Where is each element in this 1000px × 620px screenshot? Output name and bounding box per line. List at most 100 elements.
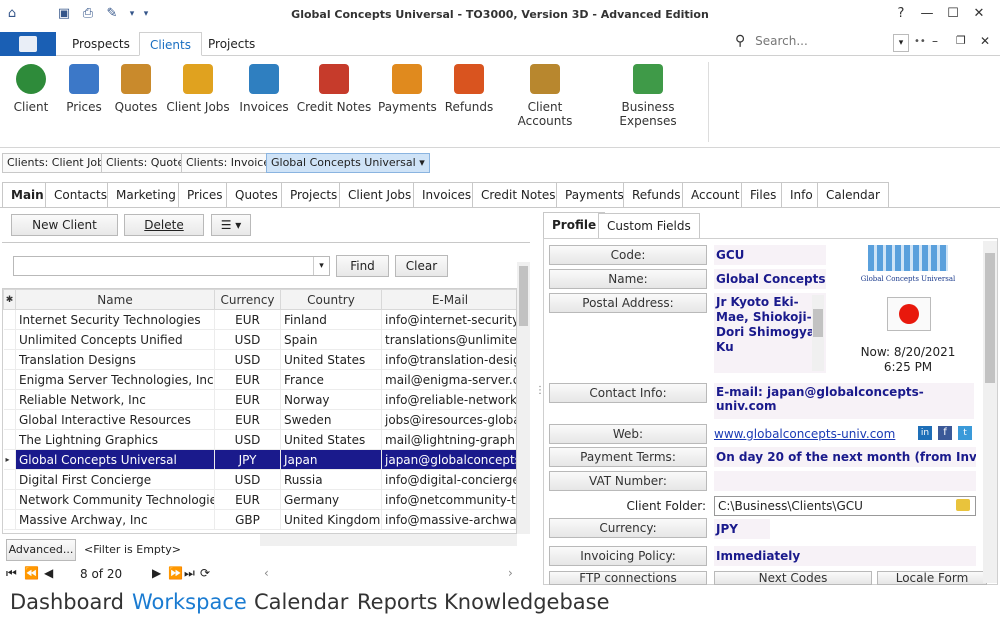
address-scrollbar[interactable]	[812, 295, 824, 371]
scroll-right-icon[interactable]: ›	[508, 566, 513, 580]
contact-info-label[interactable]: Contact Info:	[549, 383, 707, 403]
cell-country[interactable]: Russia	[280, 469, 382, 490]
linkedin-icon[interactable]: in	[918, 426, 932, 440]
row-indicator[interactable]: ▸	[3, 449, 16, 470]
code-label[interactable]: Code:	[549, 245, 707, 265]
filter-combo[interactable]: ▾	[13, 256, 330, 276]
cell-country[interactable]: Japan	[280, 449, 382, 470]
row-indicator[interactable]	[3, 429, 16, 450]
mdi-restore-button[interactable]: ❐	[956, 34, 966, 47]
table-row[interactable]: Global Interactive Resources EUR Sweden job…	[3, 409, 516, 430]
tab-marketing[interactable]: Marketing	[107, 182, 185, 208]
find-button[interactable]: Find	[336, 255, 389, 277]
cell-email[interactable]: info@massive-archway.co	[381, 509, 516, 530]
refunds-button[interactable]: Refunds	[442, 64, 496, 114]
cell-email[interactable]: info@netcommunity-tech.	[381, 489, 516, 510]
cell-country[interactable]: United States	[280, 429, 382, 450]
cell-name[interactable]: Digital First Concierge	[15, 469, 215, 490]
tab-account[interactable]: Account	[682, 182, 749, 208]
cell-name[interactable]: Enigma Server Technologies, Inc	[15, 369, 215, 390]
table-row[interactable]: Digital First Concierge USD Russia info@dig…	[3, 469, 516, 490]
tab-clients[interactable]: Clients	[139, 32, 202, 56]
row-indicator[interactable]	[3, 489, 16, 510]
cell-email[interactable]: translations@unlimited-co	[381, 329, 516, 350]
ribbon-collapse-icon[interactable]: ••	[914, 36, 926, 47]
table-row[interactable]: Internet Security Technologies EUR Finland…	[3, 309, 516, 330]
prices-button[interactable]: Prices	[62, 64, 106, 114]
vat-number-label[interactable]: VAT Number:	[549, 471, 707, 491]
currency-value[interactable]: JPY	[714, 519, 770, 539]
cell-country[interactable]: Germany	[280, 489, 382, 510]
grid-scroll-thumb[interactable]	[519, 266, 528, 326]
search-dropdown-button[interactable]: ▾	[893, 34, 909, 52]
vat-number-value[interactable]	[714, 471, 976, 491]
payment-terms-label[interactable]: Payment Terms:	[549, 447, 707, 467]
tab-refunds[interactable]: Refunds	[623, 182, 690, 208]
cell-name[interactable]: Global Interactive Resources	[15, 409, 215, 430]
address-scroll-thumb[interactable]	[813, 309, 823, 337]
name-label[interactable]: Name:	[549, 269, 707, 289]
ftp-connections-button[interactable]: FTP connections	[549, 571, 707, 585]
postal-address-label[interactable]: Postal Address:	[549, 293, 707, 313]
grid-vertical-scrollbar[interactable]	[517, 262, 530, 534]
grid-horizontal-scrollbar[interactable]	[260, 534, 517, 546]
cell-currency[interactable]: EUR	[214, 409, 281, 430]
quotes-button[interactable]: Quotes	[112, 64, 160, 114]
tab-custom-fields[interactable]: Custom Fields	[598, 213, 700, 238]
cell-email[interactable]: japan@globalconcepts-u	[381, 449, 516, 470]
search-input[interactable]: Search...	[755, 34, 808, 48]
name-value[interactable]: Global Concepts Un	[714, 269, 826, 289]
table-row[interactable]: Translation Designs USD United States info@…	[3, 349, 516, 370]
scroll-left-icon[interactable]: ‹	[264, 566, 269, 580]
cell-country[interactable]: Finland	[280, 309, 382, 330]
column-header-email[interactable]: E-Mail	[381, 289, 516, 310]
column-header-currency[interactable]: Currency	[214, 289, 281, 310]
payment-terms-value[interactable]: On day 20 of the next month (from Invoic…	[714, 447, 976, 467]
next-page-button[interactable]: ⏩	[168, 566, 183, 580]
invoices-button[interactable]: Invoices	[238, 64, 290, 114]
cell-email[interactable]: mail@enigma-server.com	[381, 369, 516, 390]
table-row[interactable]: Network Community Technologies EUR Germany…	[3, 489, 516, 510]
cell-country[interactable]: Spain	[280, 329, 382, 350]
cell-email[interactable]: info@internet-security.fi	[381, 309, 516, 330]
mdi-minimize-button[interactable]: –	[932, 34, 938, 48]
maximize-button[interactable]: ☐	[942, 4, 964, 24]
help-button[interactable]: ?	[890, 4, 912, 24]
row-indicator[interactable]	[3, 349, 16, 370]
cell-email[interactable]: info@reliable-network.no	[381, 389, 516, 410]
mdi-close-button[interactable]: ✕	[980, 34, 990, 48]
next-codes-button[interactable]: Next Codes	[714, 571, 872, 585]
clear-button[interactable]: Clear	[395, 255, 448, 277]
nav-knowledgebase[interactable]: Knowledgebase	[444, 590, 610, 614]
refresh-icon[interactable]: ⟳	[200, 566, 210, 580]
cell-name[interactable]: Internet Security Technologies	[15, 309, 215, 330]
credit-notes-button[interactable]: Credit Notes	[296, 64, 372, 114]
tab-files[interactable]: Files	[741, 182, 786, 208]
cell-email[interactable]: info@translation-designs	[381, 349, 516, 370]
row-indicator[interactable]	[3, 309, 16, 330]
code-value[interactable]: GCU	[714, 245, 826, 265]
twitter-icon[interactable]: t	[958, 426, 972, 440]
cell-name[interactable]: Network Community Technologies	[15, 489, 215, 510]
cell-email[interactable]: jobs@iresources-global.c	[381, 409, 516, 430]
table-row[interactable]: Massive Archway, Inc GBP United Kingdom inf…	[3, 509, 516, 530]
tab-prospects[interactable]: Prospects	[62, 32, 140, 56]
client-folder-input[interactable]: C:\Business\Clients\GCU	[714, 496, 976, 516]
doctab-client-jobs[interactable]: Clients: Client Jobs	[2, 153, 115, 173]
row-indicator[interactable]	[3, 329, 16, 350]
first-record-button[interactable]: ⏮	[6, 566, 17, 581]
close-button[interactable]: ✕	[968, 4, 990, 24]
tab-invoices[interactable]: Invoices	[413, 182, 481, 208]
cell-currency[interactable]: GBP	[214, 509, 281, 530]
table-row[interactable]: Reliable Network, Inc EUR Norway info@relia…	[3, 389, 516, 410]
cell-country[interactable]: France	[280, 369, 382, 390]
app-menu-button[interactable]	[0, 32, 56, 56]
cell-country[interactable]: United Kingdom	[280, 509, 382, 530]
nav-workspace[interactable]: Workspace	[132, 590, 247, 614]
cell-currency[interactable]: USD	[214, 329, 281, 350]
cell-currency[interactable]: EUR	[214, 369, 281, 390]
tab-quotes[interactable]: Quotes	[226, 182, 287, 208]
folder-browse-icon[interactable]	[956, 499, 970, 511]
cell-name[interactable]: The Lightning Graphics	[15, 429, 215, 450]
tab-contacts[interactable]: Contacts	[45, 182, 116, 208]
